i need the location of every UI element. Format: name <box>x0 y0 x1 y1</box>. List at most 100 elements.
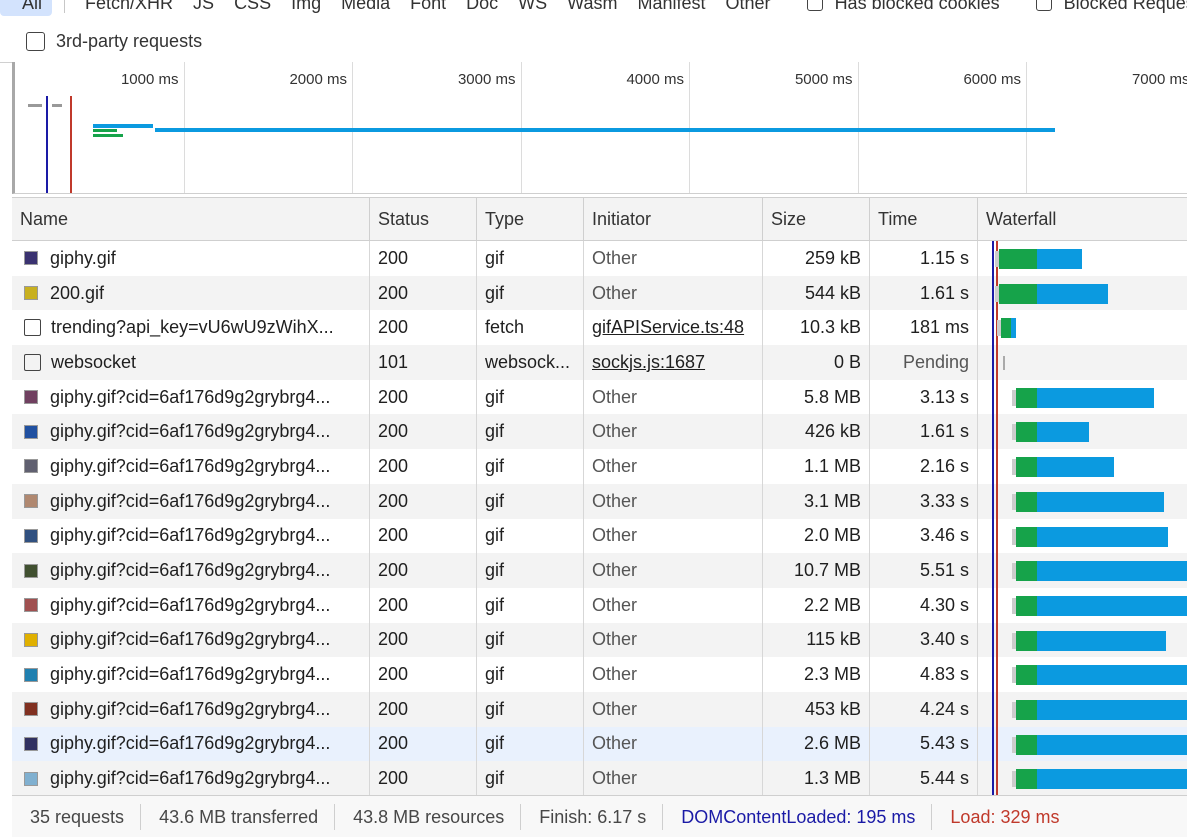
table-row[interactable]: 200.gif200gifOther544 kB1.61 s <box>12 276 1187 311</box>
request-name: 200.gif <box>50 283 104 304</box>
initiator-link[interactable]: gifAPIService.ts:48 <box>592 317 744 338</box>
waterfall-cell[interactable] <box>978 310 1187 345</box>
third-party-filter[interactable]: 3rd-party requests <box>26 31 202 52</box>
request-name: giphy.gif?cid=6af176d9g2grybrg4... <box>50 664 330 685</box>
filter-manifest[interactable]: Manifest <box>638 0 706 14</box>
type-cell: gif <box>477 380 584 415</box>
column-header-name[interactable]: Name <box>12 198 370 240</box>
table-row[interactable]: giphy.gif?cid=6af176d9g2grybrg4...200gif… <box>12 761 1187 795</box>
timeline-overview[interactable]: 1000 ms2000 ms3000 ms4000 ms5000 ms6000 … <box>12 62 1187 194</box>
blocked-requests-filter[interactable]: Blocked Requests <box>1036 0 1187 14</box>
request-name: giphy.gif?cid=6af176d9g2grybrg4... <box>50 560 330 581</box>
filter-wasm[interactable]: Wasm <box>567 0 617 14</box>
dcl-marker <box>992 553 994 588</box>
table-row[interactable]: websocket101websock...sockjs.js:16870 BP… <box>12 345 1187 380</box>
table-row[interactable]: giphy.gif?cid=6af176d9g2grybrg4...200gif… <box>12 588 1187 623</box>
waterfall-cell[interactable] <box>978 588 1187 623</box>
waterfall-cell[interactable] <box>978 241 1187 276</box>
waterfall-cell[interactable] <box>978 623 1187 658</box>
filter-fetch-xhr[interactable]: Fetch/XHR <box>85 0 173 14</box>
name-cell[interactable]: giphy.gif?cid=6af176d9g2grybrg4... <box>12 692 370 727</box>
table-row[interactable]: giphy.gif?cid=6af176d9g2grybrg4...200gif… <box>12 449 1187 484</box>
table-row[interactable]: giphy.gif200gifOther259 kB1.15 s <box>12 241 1187 276</box>
table-row[interactable]: giphy.gif?cid=6af176d9g2grybrg4...200gif… <box>12 380 1187 415</box>
table-row[interactable]: giphy.gif?cid=6af176d9g2grybrg4...200gif… <box>12 692 1187 727</box>
filter-media[interactable]: Media <box>341 0 390 14</box>
column-header-size[interactable]: Size <box>763 198 870 240</box>
load-marker <box>996 519 998 554</box>
table-row[interactable]: giphy.gif?cid=6af176d9g2grybrg4...200gif… <box>12 519 1187 554</box>
gif-thumbnail-icon <box>24 772 38 786</box>
size-cell: 2.0 MB <box>763 519 870 554</box>
table-row[interactable]: giphy.gif?cid=6af176d9g2grybrg4...200gif… <box>12 484 1187 519</box>
name-cell[interactable]: 200.gif <box>12 276 370 311</box>
name-cell[interactable]: giphy.gif?cid=6af176d9g2grybrg4... <box>12 380 370 415</box>
waterfall-cell[interactable] <box>978 414 1187 449</box>
filter-img[interactable]: Img <box>291 0 321 14</box>
name-cell[interactable]: giphy.gif?cid=6af176d9g2grybrg4... <box>12 657 370 692</box>
initiator-text: Other <box>592 733 637 754</box>
table-row[interactable]: giphy.gif?cid=6af176d9g2grybrg4...200gif… <box>12 623 1187 658</box>
filter-doc[interactable]: Doc <box>466 0 498 14</box>
table-row[interactable]: trending?api_key=vU6wU9zWihX...200fetchg… <box>12 310 1187 345</box>
initiator-link[interactable]: sockjs.js:1687 <box>592 352 705 373</box>
table-row[interactable]: giphy.gif?cid=6af176d9g2grybrg4...200gif… <box>12 727 1187 762</box>
name-cell[interactable]: giphy.gif?cid=6af176d9g2grybrg4... <box>12 623 370 658</box>
blocked-requests-checkbox[interactable] <box>1036 0 1052 11</box>
waterfall-cell[interactable] <box>978 761 1187 795</box>
table-row[interactable]: giphy.gif?cid=6af176d9g2grybrg4...200gif… <box>12 553 1187 588</box>
status-cell: 101 <box>370 345 477 380</box>
time-cell: 2.16 s <box>870 449 978 484</box>
column-header-type[interactable]: Type <box>477 198 584 240</box>
request-name: giphy.gif?cid=6af176d9g2grybrg4... <box>50 421 330 442</box>
status-cell: 200 <box>370 553 477 588</box>
gif-thumbnail-icon <box>24 459 38 473</box>
filter-other[interactable]: Other <box>726 0 771 14</box>
waterfall-cell[interactable] <box>978 276 1187 311</box>
request-name: giphy.gif?cid=6af176d9g2grybrg4... <box>50 733 330 754</box>
name-cell[interactable]: giphy.gif?cid=6af176d9g2grybrg4... <box>12 727 370 762</box>
waterfall-cell[interactable] <box>978 657 1187 692</box>
load-marker <box>996 553 998 588</box>
column-header-time[interactable]: Time <box>870 198 978 240</box>
table-row[interactable]: giphy.gif?cid=6af176d9g2grybrg4...200gif… <box>12 657 1187 692</box>
name-cell[interactable]: giphy.gif?cid=6af176d9g2grybrg4... <box>12 484 370 519</box>
download-bar <box>1037 700 1187 720</box>
name-cell[interactable]: giphy.gif?cid=6af176d9g2grybrg4... <box>12 414 370 449</box>
filter-ws[interactable]: WS <box>518 0 547 14</box>
waterfall-cell[interactable] <box>978 484 1187 519</box>
waterfall-cell[interactable] <box>978 380 1187 415</box>
has-blocked-cookies-checkbox[interactable] <box>807 0 823 11</box>
waterfall-cell[interactable] <box>978 345 1187 380</box>
name-cell[interactable]: trending?api_key=vU6wU9zWihX... <box>12 310 370 345</box>
filter-js[interactable]: JS <box>193 0 214 14</box>
column-header-initiator[interactable]: Initiator <box>584 198 763 240</box>
waterfall-cell[interactable] <box>978 727 1187 762</box>
table-row[interactable]: giphy.gif?cid=6af176d9g2grybrg4...200gif… <box>12 414 1187 449</box>
filter-font[interactable]: Font <box>410 0 446 14</box>
waterfall-cell[interactable] <box>978 519 1187 554</box>
filter-css[interactable]: CSS <box>234 0 271 14</box>
name-cell[interactable]: giphy.gif?cid=6af176d9g2grybrg4... <box>12 519 370 554</box>
timeline-tick-label: 4000 ms <box>604 71 684 88</box>
filter-all[interactable]: All <box>0 0 52 16</box>
name-cell[interactable]: giphy.gif?cid=6af176d9g2grybrg4... <box>12 588 370 623</box>
waterfall-cell[interactable] <box>978 692 1187 727</box>
column-header-waterfall[interactable]: Waterfall <box>978 198 1187 240</box>
third-party-checkbox[interactable] <box>26 32 45 51</box>
name-cell[interactable]: giphy.gif?cid=6af176d9g2grybrg4... <box>12 553 370 588</box>
name-cell[interactable]: giphy.gif <box>12 241 370 276</box>
name-cell[interactable]: websocket <box>12 345 370 380</box>
waterfall-cell[interactable] <box>978 553 1187 588</box>
column-header-status[interactable]: Status <box>370 198 477 240</box>
initiator-cell[interactable]: gifAPIService.ts:48 <box>584 310 763 345</box>
name-cell[interactable]: giphy.gif?cid=6af176d9g2grybrg4... <box>12 449 370 484</box>
waterfall-cell[interactable] <box>978 449 1187 484</box>
document-icon <box>24 354 41 371</box>
name-cell[interactable]: giphy.gif?cid=6af176d9g2grybrg4... <box>12 761 370 795</box>
initiator-cell: Other <box>584 727 763 762</box>
initiator-cell[interactable]: sockjs.js:1687 <box>584 345 763 380</box>
initiator-cell: Other <box>584 553 763 588</box>
waiting-bar <box>1016 735 1037 755</box>
has-blocked-cookies-filter[interactable]: Has blocked cookies <box>807 0 1000 14</box>
